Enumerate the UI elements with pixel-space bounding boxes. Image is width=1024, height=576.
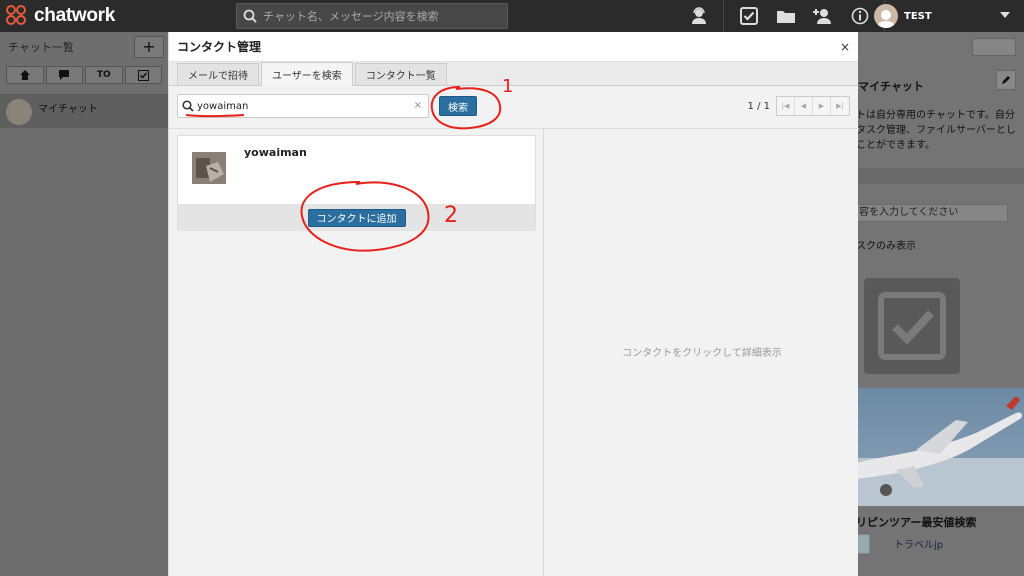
home-icon [19, 70, 30, 80]
edit-button[interactable] [996, 70, 1016, 90]
search-icon [243, 9, 257, 23]
list-item[interactable]: yowaiman コンタクトに追加 [177, 135, 536, 231]
home-filter-button[interactable] [6, 66, 44, 84]
ad-banner[interactable] [856, 388, 1024, 506]
task-input[interactable]: 容を入力してください [856, 204, 1008, 222]
contact-name: yowaiman [244, 146, 307, 159]
close-icon[interactable]: × [840, 40, 850, 54]
sidebar-item-label: マイチャット [38, 104, 98, 115]
top-icons [680, 0, 891, 32]
chatwork-logo-icon [6, 5, 30, 27]
add-contact-button[interactable]: コンタクトに追加 [307, 208, 406, 227]
search-icon [182, 100, 194, 112]
app-logo[interactable]: chatwork [6, 5, 115, 27]
folder-icon[interactable] [767, 0, 804, 32]
card-footer: コンタクトに追加 [178, 204, 535, 231]
mention-filter-button[interactable] [45, 66, 83, 84]
last-page-icon[interactable]: ▶| [831, 97, 849, 115]
support-icon[interactable] [680, 0, 717, 32]
description-line: トは自分専用のチャットです。自分 [856, 110, 1015, 121]
next-page-icon[interactable]: ▶ [813, 97, 831, 115]
detail-placeholder: コンタクトをクリックして詳細表示 [622, 347, 782, 359]
top-divider [723, 0, 724, 32]
dialog-title: コンタクト管理 [177, 40, 262, 54]
file-menu-button[interactable] [972, 38, 1016, 56]
chat-info-panel: マイチャット トは自分専用のチャットです。自分 タスク管理、ファイルサーバーとし… [856, 32, 1024, 576]
page-indicator: 1 / 1 [747, 100, 770, 112]
to-filter-button[interactable]: TO [85, 66, 123, 84]
search-results: yowaiman コンタクトに追加 [169, 129, 544, 576]
avatar [6, 99, 32, 125]
user-search-input[interactable] [197, 100, 417, 112]
sidebar-filters: TO [0, 62, 168, 88]
tab-user-search[interactable]: ユーザーを検索 [261, 62, 353, 86]
app-root: chatwork チャット名、メッセージ内容を検索 TEST チャット一覧 + … [0, 0, 1024, 576]
dialog-body: yowaiman コンタクトに追加 コンタクトをクリックして詳細表示 [169, 128, 859, 576]
task-icon[interactable] [730, 0, 767, 32]
tab-email-invite[interactable]: メールで招待 [177, 63, 259, 85]
global-search[interactable] [236, 3, 508, 29]
task-empty-icon [864, 278, 960, 374]
search-toolbar: × 検索 1 / 1 |◀ ◀ ▶ ▶| [169, 86, 858, 126]
chat-info-title: マイチャット [858, 80, 924, 93]
description-line: タスク管理、ファイルサーバーとし [856, 125, 1016, 136]
first-page-icon[interactable]: |◀ [777, 97, 795, 115]
brand-name: chatwork [34, 5, 116, 26]
user-search-box[interactable]: × [177, 94, 429, 118]
contact-detail-pane: コンタクトをクリックして詳細表示 [545, 129, 859, 576]
info-icon[interactable] [841, 0, 878, 32]
pagination: 1 / 1 |◀ ◀ ▶ ▶| [748, 96, 850, 116]
avatar [192, 152, 226, 184]
add-chat-button[interactable]: + [134, 36, 164, 58]
add-contact-icon[interactable] [804, 0, 841, 32]
clear-icon[interactable]: × [414, 100, 422, 111]
tab-contact-list[interactable]: コンタクト一覧 [354, 63, 447, 85]
prev-page-icon[interactable]: ◀ [795, 97, 813, 115]
airplane-image [856, 396, 1024, 506]
description-line: ことができます。 [856, 140, 935, 151]
chevron-down-icon[interactable] [1000, 12, 1010, 18]
search-button[interactable]: 検索 [439, 96, 477, 116]
dialog-tabs: メールで招待 ユーザーを検索 コンタクト一覧 [169, 62, 858, 86]
checkbox-icon [137, 69, 149, 81]
user-menu[interactable]: TEST [874, 4, 932, 28]
ad-title[interactable]: リピンツアー最安値検索 [856, 514, 976, 530]
username: TEST [904, 10, 932, 22]
top-bar: chatwork チャット名、メッセージ内容を検索 TEST [0, 0, 1024, 32]
task-filter-button[interactable] [124, 66, 162, 84]
chat-description: トは自分専用のチャットです。自分 タスク管理、ファイルサーバーとし ことができま… [856, 108, 1024, 153]
contact-management-dialog: コンタクト管理 × メールで招待 ユーザーを検索 コンタクト一覧 × 検索 1 … [168, 32, 859, 576]
dialog-header: コンタクト管理 [169, 32, 858, 62]
task-filter-label[interactable]: スクのみ表示 [856, 237, 916, 252]
chat-bubble-icon [59, 70, 70, 80]
sidebar-item-mychat[interactable]: マイチャット [0, 94, 168, 128]
ad-source: トラベルjp [894, 540, 944, 551]
pencil-icon [1002, 76, 1010, 84]
task-section-header [856, 168, 1024, 184]
avatar [874, 4, 898, 28]
pager-buttons: |◀ ◀ ▶ ▶| [776, 96, 850, 116]
global-search-input[interactable] [263, 9, 493, 23]
chat-sidebar: チャット一覧 + TO マイチャット [0, 32, 168, 576]
